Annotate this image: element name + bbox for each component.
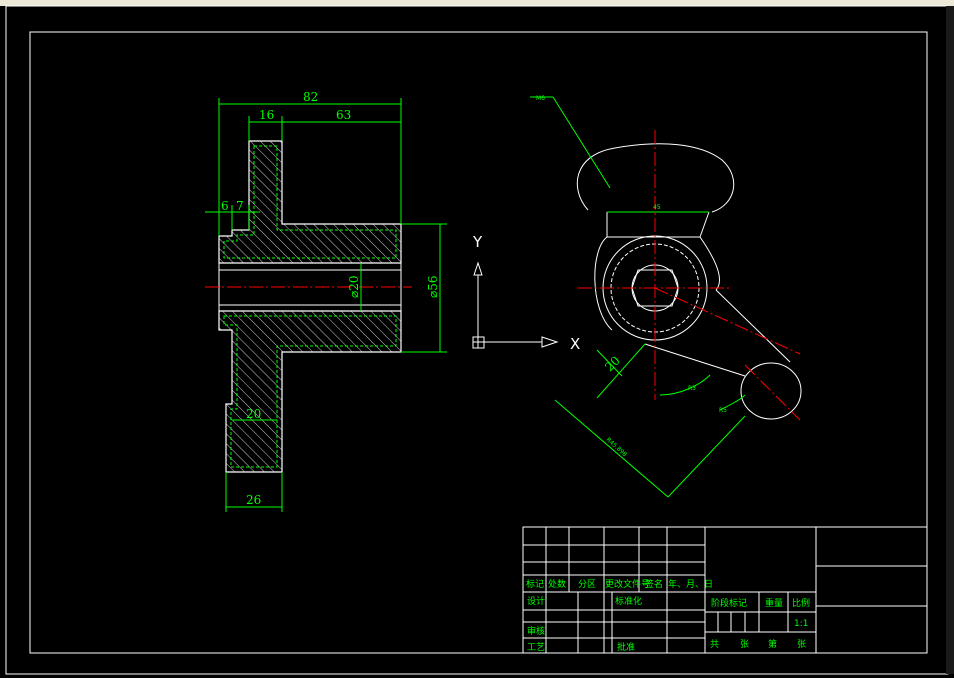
dim-side-width: 45 [653, 204, 661, 211]
title-block [522, 526, 928, 654]
dim-arm-radius: R3 [688, 385, 696, 392]
tb-header-count: 处数 [548, 578, 566, 590]
dim-slot-outer-width: 26 [246, 493, 261, 507]
dim-hub-length: 63 [336, 108, 351, 122]
tb-standardization-label: 标准化 [615, 595, 642, 607]
dim-outer-diameter: ⌀56 [426, 276, 440, 299]
ucs-x-label: X [570, 335, 580, 353]
tb-sheet-label: 张 [797, 639, 806, 650]
dim-bore-diameter: ⌀20 [347, 276, 361, 299]
tb-header-zone: 分区 [578, 579, 596, 590]
viewport-border [5, 5, 949, 675]
tb-header-signature: 签名 [645, 578, 663, 590]
tb-header-mark: 标记 [526, 578, 544, 590]
tb-process-label: 工艺 [527, 642, 545, 653]
dim-flange-width: 16 [259, 108, 274, 122]
tb-reviewer-label: 审核 [527, 625, 545, 637]
tb-sheets-label: 张 [740, 639, 749, 650]
tb-sheet-no-label: 第 [768, 638, 777, 650]
dim-arm-length: R45.898 [605, 436, 629, 458]
tb-header-change-doc: 更改文件号 [605, 578, 650, 590]
tb-total-label: 共 [710, 639, 719, 650]
ucs-icon [472, 261, 559, 349]
dim-arm-offset: 20 [602, 353, 623, 374]
upper-section-body [218, 140, 402, 264]
tb-scale-value: 1:1 [794, 619, 808, 629]
tb-scale-label: 比例 [792, 597, 810, 609]
cad-drawing-canvas[interactable]: 82 16 63 6 7 ⌀20 ⌀56 20 26 Y X M6 45 20 … [0, 0, 954, 678]
tb-stage-mark-label: 阶段标记 [711, 597, 747, 609]
dim-angle: R5 [719, 407, 727, 414]
section-view [205, 140, 412, 473]
ucs-y-label: Y [472, 233, 483, 251]
scrollbar-right[interactable] [946, 6, 954, 674]
side-view-centerlines [578, 130, 801, 421]
tb-header-date: 年、月、日 [668, 578, 713, 590]
tb-weight-label: 重量 [765, 597, 783, 609]
dim-step-a: 6 [221, 199, 229, 213]
dim-step-b: 7 [236, 199, 244, 213]
dim-slot-inner-width: 20 [246, 407, 261, 421]
tb-designer-label: 设计 [527, 595, 545, 607]
tb-approve-label: 批准 [617, 641, 635, 653]
dim-overall-length: 82 [303, 90, 318, 104]
lower-section-body [218, 310, 402, 473]
leader-note: M6 [536, 95, 545, 102]
side-view-dimensions [530, 96, 746, 498]
side-view [576, 143, 802, 420]
